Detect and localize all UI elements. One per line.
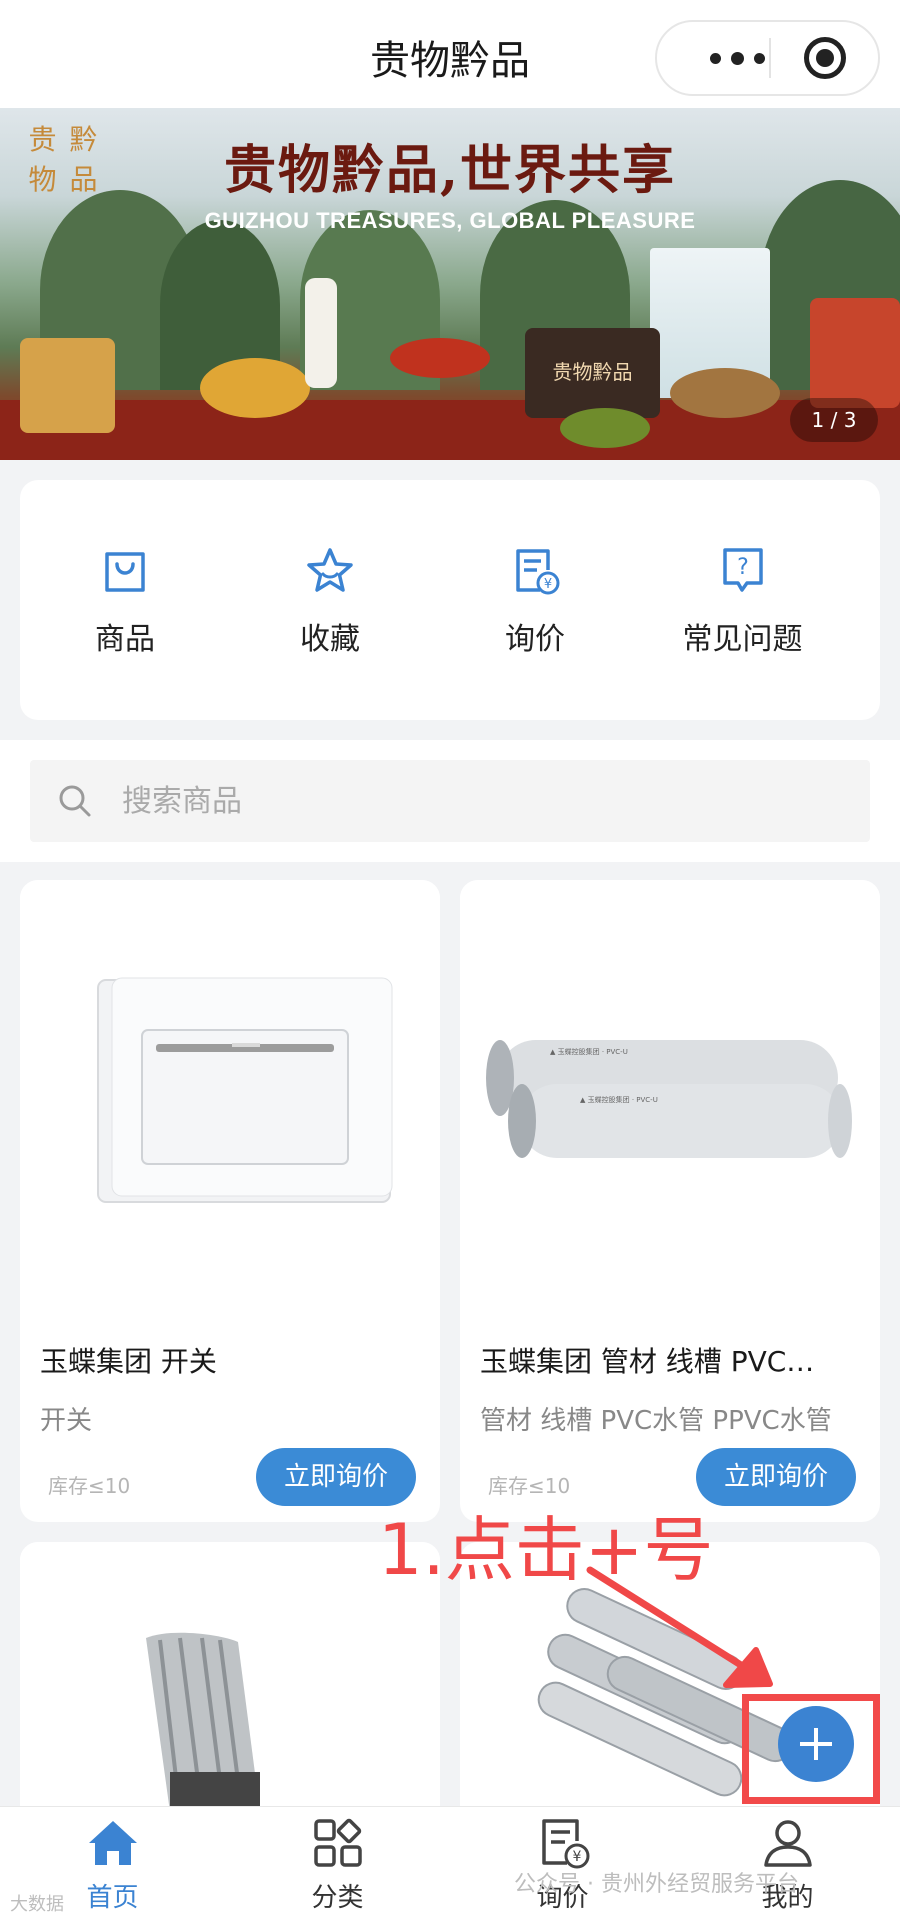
capsule-divider — [769, 38, 771, 78]
quick-menu-favorites[interactable]: 收藏 — [225, 546, 435, 658]
product-image — [20, 1542, 440, 1832]
watermark-text: 公众号 · 贵州外经贸服务平台 — [514, 1872, 799, 1897]
product-stock: 库存≤10 — [48, 1474, 131, 1498]
banner-pager: 1 / 3 — [790, 398, 878, 442]
banner-product-box — [20, 338, 115, 433]
star-icon — [307, 548, 353, 592]
close-mini-program-icon[interactable] — [804, 37, 846, 79]
search-icon — [59, 785, 91, 817]
svg-text:¥: ¥ — [572, 1849, 581, 1865]
banner-slogan: 贵物黔品,世界共享 — [223, 140, 677, 201]
add-floating-button[interactable] — [778, 1706, 854, 1782]
shopping-bag-icon — [105, 552, 145, 592]
banner-kiwi — [560, 408, 650, 448]
quick-menu-products[interactable]: 商品 — [20, 546, 230, 658]
search-section — [0, 740, 900, 862]
quick-menu-label: 常见问题 — [682, 622, 803, 657]
price-inquiry-icon: ¥ — [516, 549, 560, 595]
quick-menu-faq[interactable]: ? 常见问题 — [635, 546, 850, 658]
banner-product-box: 贵物黔品 — [525, 328, 660, 418]
tab-category[interactable]: 分类 — [225, 1815, 450, 1914]
question-icon: ? — [722, 548, 763, 592]
quick-menu: 商品 收藏 ¥ 询价 ? 常见问题 — [20, 480, 880, 720]
annotation-arrow-icon — [586, 1566, 773, 1688]
banner-bottle — [305, 278, 337, 388]
svg-text:▲ 玉蝶控股集团 · PVC-U: ▲ 玉蝶控股集团 · PVC-U — [550, 1047, 628, 1056]
svg-text:¥: ¥ — [544, 577, 552, 592]
more-menu-button[interactable] — [687, 22, 787, 94]
product-desc: 管材 线槽 PVC水管 PPVC水管 — [480, 1406, 832, 1436]
banner-fruit — [670, 368, 780, 418]
tab-profile[interactable]: 我的 — [675, 1815, 900, 1914]
svg-text:▲ 玉蝶控股集团 · PVC-U: ▲ 玉蝶控股集团 · PVC-U — [580, 1095, 658, 1104]
banner-product-box — [810, 298, 900, 408]
banner-fruit-bowl — [200, 358, 310, 418]
product-image — [20, 880, 440, 1280]
product-image: ▲ 玉蝶控股集团 · PVC-U ▲ 玉蝶控股集团 · PVC-U — [460, 880, 880, 1280]
svg-text:?: ? — [737, 555, 749, 580]
bottom-tab-bar: 首页 分类 ¥ 询价 我的 — [0, 1806, 900, 1918]
quick-menu-label: 收藏 — [300, 622, 360, 657]
home-icon — [88, 1821, 137, 1865]
banner-chili-bowl — [390, 338, 490, 378]
banner-box-label: 贵物黔品 — [552, 360, 633, 384]
product-card[interactable]: ▲ 玉蝶控股集团 · PVC-U ▲ 玉蝶控股集团 · PVC-U 玉蝶集团 管… — [460, 880, 880, 1522]
product-card[interactable] — [20, 1542, 440, 1832]
quick-menu-inquiry[interactable]: ¥ 询价 — [430, 546, 640, 658]
product-name: 玉蝶集团 管材 线槽 PVC… — [480, 1345, 815, 1378]
user-icon — [763, 1820, 812, 1867]
tab-label: 分类 — [311, 1883, 364, 1913]
price-inquiry-icon: ¥ — [541, 1819, 589, 1869]
product-desc: 开关 — [40, 1406, 93, 1436]
quick-menu-label: 商品 — [95, 622, 155, 657]
category-icon — [313, 1818, 362, 1867]
mini-program-capsule — [655, 20, 880, 96]
product-card[interactable]: 玉蝶集团 开关 开关 库存≤10 立即询价 — [20, 880, 440, 1522]
search-bar[interactable] — [30, 760, 870, 842]
search-input[interactable] — [122, 776, 822, 826]
watermark-corner: 大数据 — [10, 1894, 64, 1915]
top-nav-bar: 贵物黔品 — [0, 0, 900, 108]
product-name: 玉蝶集团 开关 — [40, 1345, 217, 1378]
inquire-now-button[interactable]: 立即询价 — [696, 1448, 856, 1506]
tab-inquiry[interactable]: ¥ 询价 — [450, 1815, 675, 1914]
quick-menu-label: 询价 — [505, 622, 565, 657]
promo-banner[interactable]: 贵物黔品 贵黔 物品 贵物黔品,世界共享 GUIZHOU TREASURES, … — [0, 108, 900, 460]
banner-subtitle: GUIZHOU TREASURES, GLOBAL PLEASURE — [204, 208, 696, 233]
